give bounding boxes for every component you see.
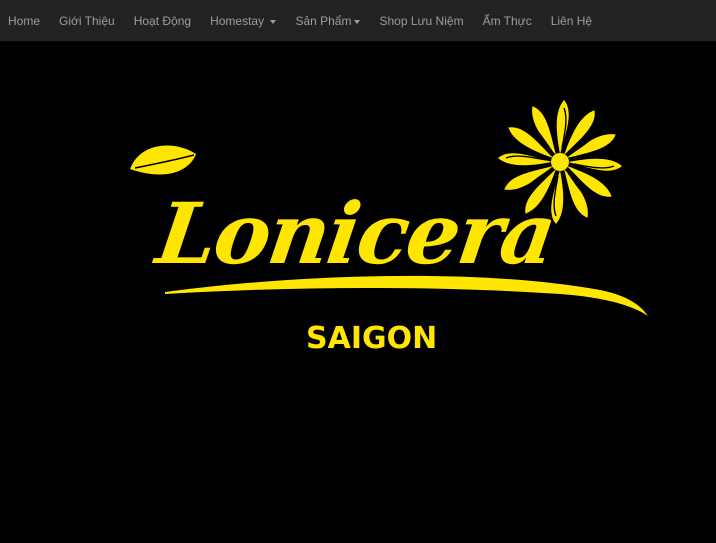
leaf-icon [130, 145, 196, 175]
caret-down-icon [270, 19, 277, 24]
nav-item-label: Hoạt Động [133, 14, 192, 28]
top-navbar: Home Giới Thiệu Hoạt Động Homestay Sản P… [0, 0, 716, 42]
nav-item-label: Homestay [210, 14, 265, 28]
nav-item-label: Ẩm Thực [482, 14, 532, 28]
nav-item-san-pham[interactable]: Sản Phẩm [286, 0, 370, 42]
nav-item-hoat-dong[interactable]: Hoạt Động [124, 0, 200, 42]
nav-item-am-thuc[interactable]: Ẩm Thực [473, 0, 541, 42]
nav-item-lien-he[interactable]: Liên Hệ [541, 0, 601, 42]
logo-wordmark: Lonicera [151, 184, 561, 283]
nav-item-homestay[interactable]: Homestay [201, 0, 286, 42]
caret-down-icon [354, 19, 361, 24]
nav-item-label: Home [8, 14, 41, 28]
nav-item-home[interactable]: Home [0, 0, 50, 42]
logo-graphic [130, 100, 648, 316]
nav-item-label: Liên Hệ [550, 14, 593, 28]
nav-item-label: Shop Lưu Niệm [379, 14, 464, 28]
nav-item-gioi-thieu[interactable]: Giới Thiệu [50, 0, 125, 42]
nav-menu: Home Giới Thiệu Hoạt Động Homestay Sản P… [0, 0, 716, 42]
logo-subtitle: SAIGON [306, 321, 438, 356]
nav-item-shop-luu-niem[interactable]: Shop Lưu Niệm [370, 0, 473, 42]
nav-item-label: Giới Thiệu [59, 14, 115, 28]
hero-banner: Lonicera SAIGON [0, 42, 716, 543]
nav-item-label: Sản Phẩm [295, 14, 352, 28]
